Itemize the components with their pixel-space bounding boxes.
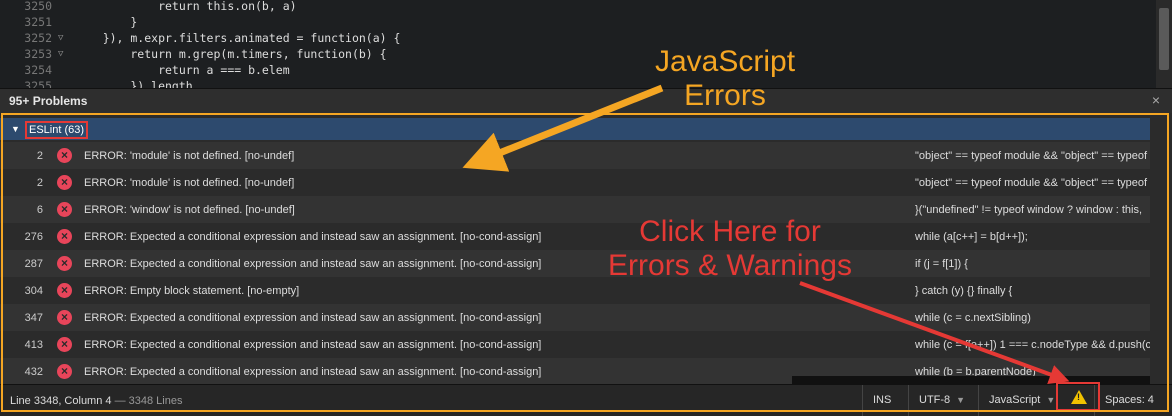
- code-line[interactable]: 3253 ▽ return m.grep(m.timers, function(b…: [0, 46, 1150, 62]
- eslint-group-label: ESLint (63): [25, 121, 89, 139]
- line-number: 3250: [24, 0, 52, 13]
- eslint-group-header[interactable]: ▼ ESLint (63): [0, 118, 1150, 140]
- line-number: 3252: [24, 31, 52, 45]
- problem-message: ERROR: 'window' is not defined. [no-unde…: [84, 204, 295, 216]
- problem-row[interactable]: 2 × ERROR: 'module' is not defined. [no-un…: [0, 142, 1150, 169]
- indent-spaces-select[interactable]: Spaces: 4: [1094, 385, 1164, 416]
- problem-code-snippet: if (j = f[1]) {: [915, 258, 968, 270]
- code-line[interactable]: 3250 return this.on(b, a): [0, 0, 1150, 14]
- errors-warnings-button[interactable]: !: [1056, 382, 1100, 411]
- encoding-select[interactable]: UTF-8 ▼: [908, 385, 975, 416]
- problem-code-snippet: while (a[c++] = b[d++]);: [915, 231, 1028, 243]
- problem-line-number: 6: [36, 204, 43, 216]
- encoding-label: UTF-8: [919, 394, 951, 406]
- error-icon: ×: [57, 310, 72, 325]
- problem-line-number: 432: [24, 366, 43, 378]
- indent-spaces-label: Spaces: 4: [1105, 394, 1154, 406]
- warning-icon-mark: !: [1077, 392, 1080, 402]
- callout-line: Click Here for: [639, 215, 821, 248]
- status-bar: Line 3348, Column 4 — 3348 Lines INS UTF…: [0, 384, 1172, 416]
- expand-arrow-icon[interactable]: ▼: [11, 124, 20, 134]
- code-line[interactable]: 3254 return a === b.elem: [0, 62, 1150, 78]
- problem-message: ERROR: 'module' is not defined. [no-unde…: [84, 177, 295, 189]
- code-line[interactable]: 3252 ▽ }), m.expr.filters.animated = func…: [0, 30, 1150, 46]
- error-icon: ×: [57, 364, 72, 379]
- error-icon: ×: [57, 148, 72, 163]
- problem-row[interactable]: 276 × ERROR: Expected a conditional expres…: [0, 223, 1150, 250]
- error-icon: ×: [57, 202, 72, 217]
- code-text: }: [75, 15, 138, 29]
- problem-line-number: 276: [24, 231, 43, 243]
- problem-code-snippet: } catch (y) {} finally {: [915, 285, 1013, 297]
- problem-message: ERROR: 'module' is not defined. [no-unde…: [84, 150, 295, 162]
- chevron-down-icon: ▼: [1046, 395, 1056, 405]
- error-icon: ×: [57, 337, 72, 352]
- problem-message: ERROR: Expected a conditional expression…: [84, 312, 542, 324]
- problem-code-snippet: while (c = f[e++]) 1 === c.nodeType && d…: [915, 339, 1150, 351]
- chevron-down-icon: ▼: [956, 395, 966, 405]
- callout-line: Errors & Warnings: [608, 249, 852, 282]
- problem-code-snippet: }("undefined" != typeof window ? window …: [915, 204, 1143, 216]
- problem-line-number: 304: [24, 285, 43, 297]
- code-text: return m.grep(m.timers, function(b) {: [75, 47, 387, 61]
- click-here-callout: Click Here for Errors & Warnings: [585, 215, 875, 283]
- problem-row[interactable]: 347 × ERROR: Expected a conditional expres…: [0, 304, 1150, 331]
- problem-row[interactable]: 6 × ERROR: 'window' is not defined. [no-un…: [0, 196, 1150, 223]
- language-select[interactable]: JavaScript ▼: [978, 385, 1065, 416]
- insert-mode-label: INS: [873, 394, 892, 406]
- problem-line-number: 413: [24, 339, 43, 351]
- line-count: — 3348 Lines: [111, 395, 183, 407]
- problem-row[interactable]: 287 × ERROR: Expected a conditional expres…: [0, 250, 1150, 277]
- problems-panel-title: 95+ Problems: [9, 94, 88, 108]
- problem-message: ERROR: Empty block statement. [no-empty]: [84, 285, 300, 297]
- callout-line: Errors: [684, 79, 766, 112]
- line-number: 3254: [24, 63, 52, 77]
- javascript-errors-callout: JavaScript Errors: [620, 45, 830, 113]
- code-line[interactable]: 3251 }: [0, 14, 1150, 30]
- fold-toggle-icon[interactable]: ▽: [58, 46, 63, 62]
- problem-line-number: 2: [36, 150, 43, 162]
- problem-row[interactable]: 2 × ERROR: 'module' is not defined. [no-un…: [0, 169, 1150, 196]
- error-icon: ×: [57, 283, 72, 298]
- code-editor[interactable]: 3250 return this.on(b, a) 3251 } 3252 ▽ }),…: [0, 0, 1172, 93]
- problem-line-number: 2: [36, 177, 43, 189]
- problem-message: ERROR: Expected a conditional expression…: [84, 231, 542, 243]
- problem-row[interactable]: 304 × ERROR: Empty block statement. [no-em…: [0, 277, 1150, 304]
- problem-message: ERROR: Expected a conditional expression…: [84, 339, 542, 351]
- problem-message: ERROR: Expected a conditional expression…: [84, 366, 542, 378]
- code-text: return this.on(b, a): [75, 0, 297, 13]
- line-number: 3251: [24, 15, 52, 29]
- problem-code-snippet: while (c = c.nextSibling): [915, 312, 1031, 324]
- problem-code-snippet: "object" == typeof module && "object" ==…: [915, 150, 1148, 162]
- error-icon: ×: [57, 175, 72, 190]
- problem-line-number: 347: [24, 312, 43, 324]
- fold-toggle-icon[interactable]: ▽: [58, 30, 63, 46]
- problem-message: ERROR: Expected a conditional expression…: [84, 258, 542, 270]
- code-text: }), m.expr.filters.animated = function(a…: [75, 31, 401, 45]
- close-icon[interactable]: ×: [1152, 92, 1160, 108]
- language-label: JavaScript: [989, 394, 1041, 406]
- line-number: 3253: [24, 47, 52, 61]
- cursor-position: Line 3348, Column 4 — 3348 Lines: [10, 395, 182, 407]
- problem-row[interactable]: 413 × ERROR: Expected a conditional expres…: [0, 331, 1150, 358]
- code-text: return a === b.elem: [75, 63, 290, 77]
- error-icon: ×: [57, 229, 72, 244]
- callout-line: JavaScript: [654, 45, 796, 78]
- cursor-position-text: Line 3348, Column 4: [10, 395, 112, 407]
- problems-panel-header: 95+ Problems ×: [0, 88, 1172, 113]
- error-icon: ×: [57, 256, 72, 271]
- problem-code-snippet: "object" == typeof module && "object" ==…: [915, 177, 1148, 189]
- scrollbar-thumb[interactable]: [1159, 8, 1169, 70]
- problem-line-number: 287: [24, 258, 43, 270]
- insert-mode-toggle[interactable]: INS: [862, 385, 901, 416]
